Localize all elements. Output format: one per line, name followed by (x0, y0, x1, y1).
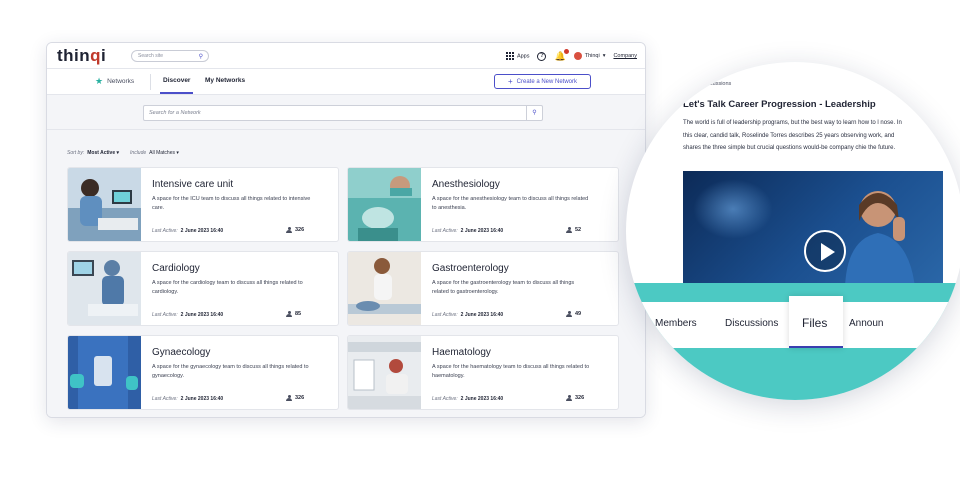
person-icon (566, 395, 572, 401)
play-icon[interactable] (804, 230, 846, 272)
network-thumbnail (348, 336, 421, 409)
discussion-body: The world is full of leadership programs… (683, 120, 902, 152)
network-title[interactable]: Gynaecology (152, 347, 210, 358)
sort-dropdown[interactable]: Most Active ▾ (87, 150, 119, 156)
search-button[interactable]: ⚲ (526, 106, 542, 120)
network-description: A space for the gynaecology team to disc… (152, 364, 309, 379)
member-count: 49 (566, 311, 581, 317)
network-thumbnail (348, 168, 421, 241)
sort-bar: Sort by: Most Active ▾ Include All Match… (67, 150, 179, 156)
person-icon (566, 227, 572, 233)
video-player[interactable] (683, 171, 943, 283)
network-card-cardiology[interactable]: Cardiology A space for the cardiology te… (67, 251, 339, 326)
member-count: 326 (286, 395, 304, 401)
help-icon[interactable]: ? (537, 51, 547, 61)
tab-announcements[interactable]: Announ (849, 318, 883, 329)
top-bar: thinqi Search site ⚲ Apps ? 🔔 Thinqi ▾ Co… (47, 43, 645, 69)
network-title[interactable]: Cardiology (152, 263, 200, 274)
member-count: 326 (286, 227, 304, 233)
network-card-gynaecology[interactable]: Gynaecology A space for the gynaecology … (67, 335, 339, 410)
last-active: Last Active: 2 June 2023 16:40 (152, 312, 224, 318)
top-right-actions: Apps ? 🔔 Thinqi ▾ Company (505, 48, 637, 63)
company-link[interactable]: Company (613, 53, 637, 59)
networks-home-link[interactable]: ★ Networks (95, 76, 134, 86)
last-active: Last Active: 2 June 2023 16:40 (152, 228, 224, 234)
network-description: A space for the anesthesiology team to d… (432, 196, 589, 211)
search-band: Search for a Network ⚲ (47, 95, 645, 123)
tab-discussions[interactable]: Discussions (725, 318, 778, 329)
discover-content: Search for a Network ⚲ Sort by: Most Act… (47, 95, 645, 417)
tab-members[interactable]: Members (655, 318, 697, 329)
app-window: thinqi Search site ⚲ Apps ? 🔔 Thinqi ▾ Co… (46, 42, 646, 418)
network-description: A space for the ICU team to discuss all … (152, 196, 311, 211)
detail-tabs: Members Discussions Files Announ (626, 296, 960, 348)
person-icon (286, 311, 292, 317)
discussion-title: Let's Talk Career Progression - Leadersh… (683, 99, 876, 110)
network-search-input[interactable]: Search for a Network ⚲ (143, 105, 543, 121)
network-description: A space for the haematology team to disc… (432, 364, 590, 379)
network-thumbnail (68, 336, 141, 409)
site-search-input[interactable]: Search site ⚲ (131, 50, 209, 62)
include-dropdown[interactable]: All Matches ▾ (149, 150, 179, 156)
divider (47, 129, 645, 130)
tab-files[interactable]: Files (802, 316, 827, 330)
stage-light (693, 179, 773, 239)
network-card-intensive-care[interactable]: Intensive care unit A space for the ICU … (67, 167, 339, 242)
discussion-detail-preview: Back to discussions Let's Talk Career Pr… (626, 62, 960, 400)
person-icon (566, 311, 572, 317)
last-active: Last Active: 2 June 2023 16:40 (432, 312, 504, 318)
network-title[interactable]: Haematology (432, 347, 491, 358)
sub-navigation: ★ Networks Discover My Networks + Create a… (47, 69, 645, 95)
network-card-haematology[interactable]: Haematology A space for the haematology … (347, 335, 619, 410)
back-to-discussions-link[interactable]: Back to discussions (683, 81, 731, 87)
thinqi-logo[interactable]: thinqi (57, 46, 106, 66)
avatar (573, 52, 582, 60)
apps-grid-icon (505, 52, 514, 60)
search-icon[interactable]: ⚲ (199, 52, 203, 62)
member-count: 85 (286, 311, 301, 317)
tab-my-networks[interactable]: My Networks (205, 77, 245, 84)
person-icon (286, 227, 292, 233)
network-thumbnail (348, 252, 421, 325)
network-description: A space for the cardiology team to discu… (152, 280, 303, 295)
network-title[interactable]: Intensive care unit (152, 179, 233, 190)
network-thumbnail (68, 252, 141, 325)
member-count: 326 (566, 395, 584, 401)
network-card-anesthesiology[interactable]: Anesthesiology A space for the anesthesi… (347, 167, 619, 242)
apps-button[interactable]: Apps (505, 52, 529, 60)
network-title[interactable]: Gastroenterology (432, 263, 509, 274)
network-thumbnail (68, 168, 141, 241)
last-active: Last Active: 2 June 2023 16:40 (432, 396, 504, 402)
network-card-gastroenterology[interactable]: Gastroenterology A space for the gastroe… (347, 251, 619, 326)
star-icon: ★ (95, 76, 104, 86)
tab-discover[interactable]: Discover (159, 77, 194, 94)
create-network-button[interactable]: + Create a New Network (494, 74, 591, 89)
notification-dot (563, 48, 569, 54)
chevron-down-icon: ▾ (602, 53, 606, 59)
network-title[interactable]: Anesthesiology (432, 179, 500, 190)
network-description: A space for the gastroenterology team to… (432, 280, 575, 295)
last-active: Last Active: 2 June 2023 16:40 (152, 396, 224, 402)
plus-icon: + (507, 76, 513, 86)
bell-icon[interactable]: 🔔 (554, 48, 569, 61)
user-menu[interactable]: Thinqi ▾ (573, 52, 606, 60)
last-active: Last Active: 2 June 2023 16:40 (432, 228, 504, 234)
nav-divider (150, 74, 151, 90)
member-count: 52 (566, 227, 581, 233)
person-icon (286, 395, 292, 401)
